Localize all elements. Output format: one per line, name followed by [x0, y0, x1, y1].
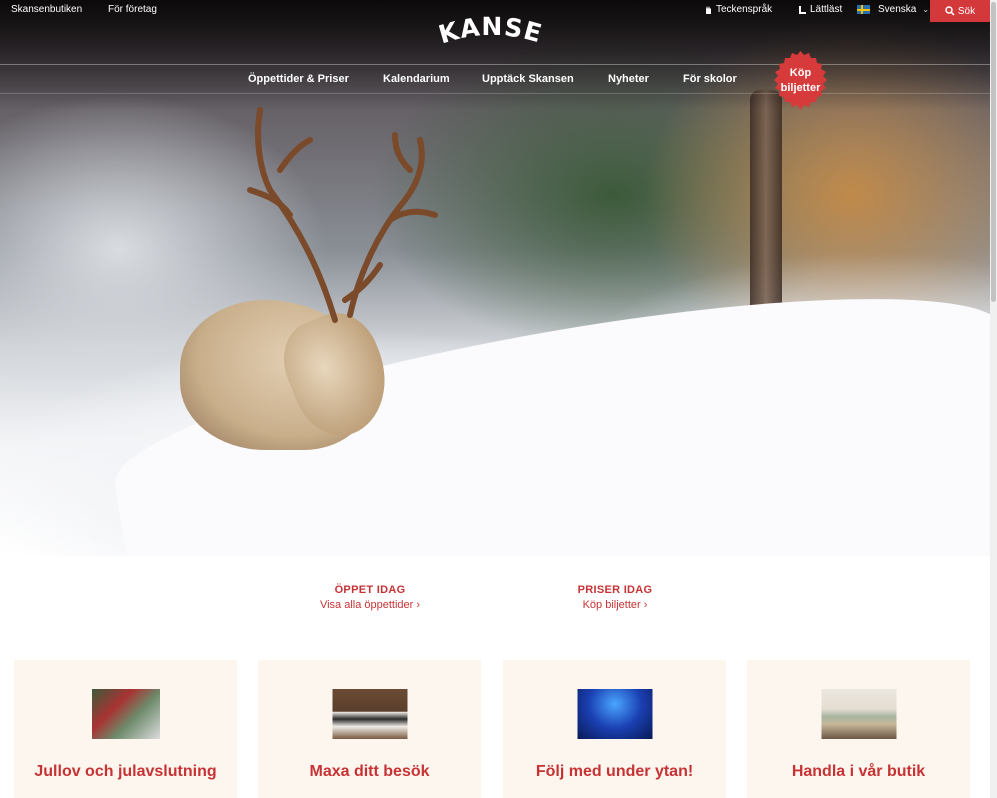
- card-title[interactable]: Maxa ditt besök: [258, 763, 481, 781]
- search-label: Sök: [957, 5, 976, 17]
- sign-language-link[interactable]: Teckenspråk: [704, 4, 772, 15]
- card-image: [332, 689, 407, 739]
- card-image: [821, 689, 896, 739]
- language-label: Svenska: [878, 4, 917, 15]
- card-christmas-holiday[interactable]: Jullov och julavslutning: [14, 660, 237, 798]
- sign-language-label: Teckenspråk: [716, 4, 773, 15]
- card-image: [91, 689, 160, 739]
- nav-item-news[interactable]: Nyheter: [608, 73, 649, 85]
- business-link[interactable]: För företag: [108, 4, 157, 15]
- hand-sign-icon: [706, 5, 711, 14]
- shop-link[interactable]: Skansenbutiken: [11, 4, 82, 15]
- opening-hours-link[interactable]: Visa alla öppettider ›: [290, 599, 450, 611]
- search-icon: [945, 6, 955, 16]
- buy-tickets-link[interactable]: Köp biljetter ›: [535, 599, 695, 611]
- card-under-surface[interactable]: Följ med under ytan!: [503, 660, 726, 798]
- swedish-flag-icon: [857, 5, 870, 14]
- easy-read-link[interactable]: Lättläst: [798, 4, 842, 15]
- open-today-block: ÖPPET IDAG Visa alla öppettider ›: [290, 584, 450, 611]
- nav-divider-top: [0, 64, 990, 65]
- card-image: [577, 689, 652, 739]
- easy-read-icon: [799, 5, 806, 14]
- card-title[interactable]: Följ med under ytan!: [503, 763, 726, 781]
- card-title[interactable]: Handla i vår butik: [747, 763, 970, 781]
- nav-item-calendar[interactable]: Kalendarium: [383, 73, 450, 85]
- nav-item-hours-prices[interactable]: Öppettider & Priser: [248, 73, 349, 85]
- card-title[interactable]: Jullov och julavslutning: [14, 763, 237, 781]
- card-shop[interactable]: Handla i vår butik: [747, 660, 970, 798]
- reindeer-antlers: [247, 107, 438, 323]
- search-button[interactable]: Sök: [930, 0, 990, 22]
- scrollbar-thumb[interactable]: [991, 2, 996, 302]
- nav-item-discover[interactable]: Upptäck Skansen: [482, 73, 574, 85]
- easy-read-label: Lättläst: [810, 4, 843, 15]
- language-selector[interactable]: Svenska ⌄: [857, 4, 929, 15]
- open-today-title: ÖPPET IDAG: [334, 584, 406, 596]
- prices-today-title: PRISER IDAG: [577, 584, 653, 596]
- nav-item-schools[interactable]: För skolor: [683, 73, 737, 85]
- skansen-logo[interactable]: SKANSEN: [432, 16, 552, 52]
- card-maximize-visit[interactable]: Maxa ditt besök: [258, 660, 481, 798]
- logo-text: SKANSEN: [432, 16, 546, 49]
- buy-tickets-line1: Köp: [789, 67, 812, 79]
- nav-divider-bottom: [0, 93, 990, 94]
- prices-today-block: PRISER IDAG Köp biljetter ›: [535, 584, 695, 611]
- chevron-down-icon: ⌄: [922, 5, 930, 14]
- buy-tickets-label[interactable]: Köp biljetter: [769, 66, 832, 96]
- buy-tickets-line2: biljetter: [780, 82, 821, 94]
